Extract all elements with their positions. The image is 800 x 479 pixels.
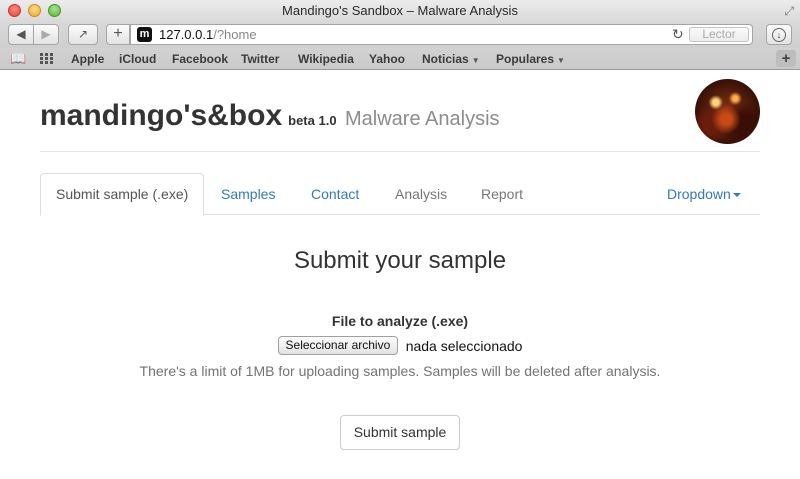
bookmark-facebook[interactable]: Facebook bbox=[172, 51, 228, 67]
bookmark-icloud[interactable]: iCloud bbox=[119, 51, 156, 67]
nav-tabs: Submit sample (.exe) Samples Contact Ana… bbox=[40, 173, 760, 216]
back-button[interactable]: ◀ bbox=[8, 24, 34, 45]
reload-icon[interactable]: ↻ bbox=[672, 26, 684, 43]
web-page: mandingo's&box beta 1.0 Malware Analysis … bbox=[0, 71, 800, 479]
plus-icon: + bbox=[113, 25, 123, 42]
brand-name: mandingo's&box bbox=[40, 99, 283, 132]
bookmark-apple[interactable]: Apple bbox=[71, 51, 104, 67]
url-path: /?home bbox=[213, 27, 257, 42]
share-button[interactable]: ↗ bbox=[68, 24, 98, 45]
window-zoom-button[interactable] bbox=[48, 4, 61, 17]
reading-list-icon[interactable]: 📖 bbox=[10, 51, 26, 66]
submit-sample-button[interactable]: Submit sample bbox=[340, 415, 460, 450]
file-input[interactable]: Seleccionar archivo nada seleccionado bbox=[0, 336, 800, 355]
site-favicon-icon: m bbox=[137, 27, 152, 42]
new-tab-button[interactable]: + bbox=[106, 24, 130, 45]
bookmark-wikipedia[interactable]: Wikipedia bbox=[298, 51, 354, 67]
bookmark-folder-noticias[interactable]: Noticias ▼ bbox=[422, 51, 480, 69]
file-status-text: nada seleccionado bbox=[405, 337, 523, 354]
bookmark-yahoo[interactable]: Yahoo bbox=[369, 51, 405, 67]
bookmark-twitter[interactable]: Twitter bbox=[241, 51, 279, 67]
dropdown-label: Dropdown bbox=[667, 186, 731, 202]
avatar bbox=[695, 79, 760, 144]
bookmark-folder-populares[interactable]: Populares ▼ bbox=[496, 51, 565, 69]
chevron-down-icon: ▼ bbox=[557, 56, 565, 65]
share-icon: ↗ bbox=[77, 27, 89, 41]
brand-subtitle: Malware Analysis bbox=[345, 108, 500, 130]
brand-version: beta 1.0 bbox=[288, 113, 337, 128]
reader-button[interactable]: Lector bbox=[689, 27, 749, 42]
file-field-label: File to analyze (.exe) bbox=[331, 313, 469, 329]
back-icon: ◀ bbox=[16, 27, 26, 41]
page-header: mandingo's&box beta 1.0 Malware Analysis bbox=[40, 71, 760, 152]
download-icon: ↓ bbox=[772, 28, 786, 42]
fullscreen-icon[interactable]: ⤢ bbox=[784, 3, 794, 19]
window-title: Mandingo's Sandbox – Malware Analysis bbox=[282, 3, 518, 18]
brand: mandingo's&box beta 1.0 Malware Analysis bbox=[40, 99, 500, 133]
tab-submit-sample[interactable]: Submit sample (.exe) bbox=[40, 173, 205, 216]
choose-file-button[interactable]: Seleccionar archivo bbox=[277, 336, 399, 355]
forward-button[interactable]: ▶ bbox=[33, 24, 59, 45]
caret-down-icon bbox=[732, 193, 741, 198]
window-minimize-button[interactable] bbox=[28, 4, 41, 17]
page-title: Submit your sample bbox=[293, 247, 507, 274]
tab-analysis[interactable]: Analysis bbox=[380, 173, 462, 215]
chevron-down-icon: ▼ bbox=[471, 56, 480, 65]
tab-report[interactable]: Report bbox=[466, 173, 538, 215]
window-titlebar: Mandingo's Sandbox – Malware Analysis ⤢ bbox=[0, 0, 800, 22]
downloads-button[interactable]: ↓ bbox=[766, 24, 792, 45]
bookmark-folder-label: Populares bbox=[496, 52, 555, 66]
bookmark-folder-label: Noticias bbox=[422, 52, 469, 66]
top-sites-icon[interactable] bbox=[40, 53, 53, 64]
submit-form: Submit your sample File to analyze (.exe… bbox=[0, 246, 800, 450]
forward-icon: ▶ bbox=[41, 27, 51, 41]
window-close-button[interactable] bbox=[8, 4, 21, 17]
tab-contact[interactable]: Contact bbox=[296, 173, 374, 215]
tab-samples[interactable]: Samples bbox=[206, 173, 290, 215]
tab-dropdown[interactable]: Dropdown bbox=[652, 173, 756, 215]
address-bar[interactable]: m 127.0.0.1/?home ↻ Lector bbox=[130, 24, 753, 45]
bookmarks-bar: 📖 Apple iCloud Facebook Twitter Wikipedi… bbox=[0, 48, 800, 70]
browser-toolbar: ◀ ▶ ↗ + m 127.0.0.1/?home ↻ Lector ↓ bbox=[0, 22, 800, 48]
add-tab-icon[interactable]: + bbox=[776, 50, 796, 67]
upload-help-text: There's a limit of 1MB for uploading sam… bbox=[139, 363, 661, 379]
url-text[interactable]: 127.0.0.1/?home bbox=[159, 27, 257, 43]
url-host: 127.0.0.1 bbox=[159, 27, 214, 42]
